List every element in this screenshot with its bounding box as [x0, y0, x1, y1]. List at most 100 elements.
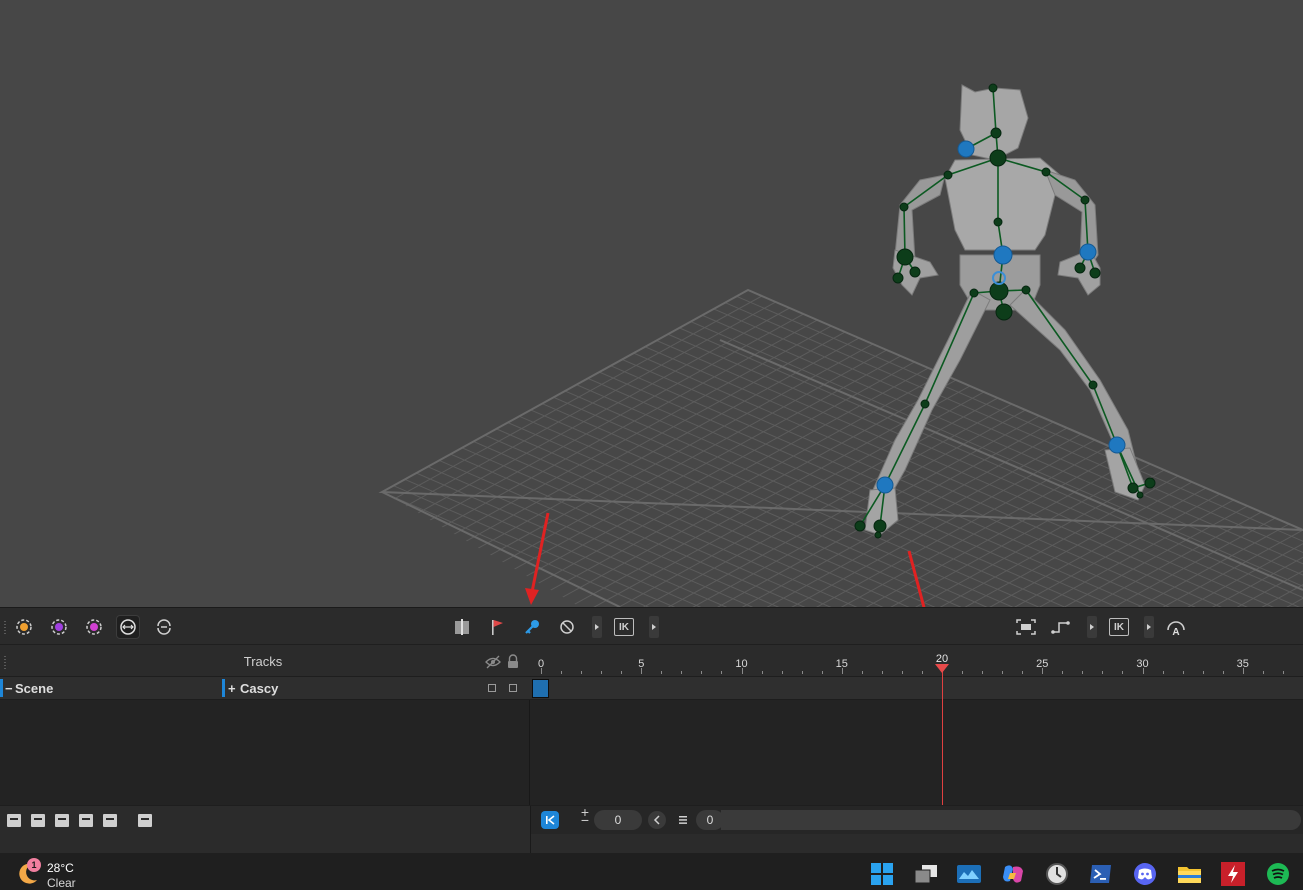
photo-app-button[interactable] — [957, 862, 981, 886]
flag-button[interactable] — [485, 615, 509, 639]
ruler-tick — [761, 671, 763, 674]
auto-key-button[interactable]: A — [1164, 615, 1188, 639]
ruler-tick — [962, 671, 964, 674]
no-key-button[interactable] — [555, 615, 579, 639]
list-count-field[interactable]: 0 — [696, 810, 724, 830]
timeline-panel[interactable]: 0 5 10 15 25 30 35 20 — [530, 645, 1303, 805]
lock-all-icon[interactable] — [506, 654, 520, 669]
ruler-label-10: 10 — [735, 658, 748, 670]
windows-taskbar: 1 28°C Clear — [0, 853, 1303, 890]
playhead-line[interactable] — [942, 667, 943, 805]
import-track-icon[interactable] — [103, 814, 117, 827]
ruler-tick — [681, 671, 683, 674]
copilot-button[interactable] — [1001, 862, 1025, 886]
scene-collapse-toggle[interactable]: − — [5, 681, 13, 696]
ruler-tick — [982, 671, 984, 674]
playhead-frame-label: 20 — [935, 653, 949, 665]
curve-options-dropdown[interactable] — [1087, 616, 1097, 638]
scale-gizmo-icon — [86, 619, 102, 635]
weather-temperature[interactable]: 28°C — [47, 861, 74, 875]
terminal-icon — [1090, 865, 1111, 883]
3d-viewport[interactable] — [0, 0, 1303, 607]
ruler-tick — [781, 671, 783, 674]
move-gizmo-button[interactable] — [12, 615, 36, 639]
clock-app-button[interactable] — [1045, 862, 1069, 886]
ruler-tick — [721, 671, 723, 674]
list-button[interactable] — [674, 811, 692, 829]
rotate-gizmo-button[interactable] — [47, 615, 71, 639]
remove-track-icon[interactable] — [55, 814, 69, 827]
add-folder-icon[interactable] — [7, 814, 21, 827]
toolbar-grip[interactable] — [3, 620, 7, 634]
frame-selection-icon — [1016, 619, 1036, 635]
playhead-handle[interactable] — [935, 664, 949, 673]
timeline-ruler[interactable]: 0 5 10 15 25 30 35 — [530, 645, 1303, 677]
terminal-button[interactable] — [1089, 862, 1113, 886]
scale-gizmo-button[interactable] — [82, 615, 106, 639]
scene-label: Scene — [15, 681, 54, 696]
flash-app-button[interactable] — [1221, 862, 1245, 886]
increment-decrement-button[interactable]: + − — [576, 805, 594, 827]
notification-badge: 1 — [27, 858, 41, 872]
previous-frame-button[interactable] — [648, 811, 666, 829]
ik-left-button[interactable]: IK — [612, 615, 636, 639]
cascy-visibility-checkbox[interactable] — [488, 684, 496, 692]
ruler-tick — [901, 671, 903, 674]
ik-left-dropdown[interactable] — [649, 616, 659, 638]
ik-right-button[interactable]: IK — [1107, 615, 1131, 639]
ruler-label-0: 0 — [537, 658, 545, 670]
windows-start-button[interactable] — [870, 862, 894, 886]
task-view-button[interactable] — [914, 862, 938, 886]
timeline-track-row[interactable] — [530, 677, 1303, 700]
ik-right-dropdown[interactable] — [1144, 616, 1154, 638]
marker-icon — [455, 619, 469, 635]
ruler-label-30: 30 — [1136, 658, 1149, 670]
frame-number-field[interactable]: 0 — [594, 810, 642, 830]
keyframe-block[interactable] — [532, 679, 549, 698]
ruler-tick — [621, 671, 623, 674]
step-curve-button[interactable] — [1049, 615, 1073, 639]
tracks-panel: Tracks − Scene + Cascy — [0, 645, 530, 805]
task-view-icon — [914, 865, 937, 884]
track-row-scene[interactable]: − Scene + Cascy — [0, 677, 530, 700]
ruler-tick — [1282, 671, 1284, 674]
go-to-start-button[interactable] — [541, 811, 559, 829]
duplicate-track-icon[interactable] — [79, 814, 93, 827]
floor-grid — [382, 290, 1303, 607]
spotify-button[interactable] — [1266, 862, 1290, 886]
symmetry-button[interactable] — [116, 615, 140, 639]
key-options-dropdown[interactable] — [592, 616, 602, 638]
hide-all-eye-icon[interactable] — [485, 655, 501, 669]
ruler-tick — [1182, 671, 1184, 674]
ruler-tick — [1002, 671, 1004, 674]
ruler-tick — [861, 671, 863, 674]
file-explorer-button[interactable] — [1177, 862, 1201, 886]
skip-to-start-icon — [546, 815, 555, 825]
discord-button[interactable] — [1133, 862, 1157, 886]
ruler-tick — [1082, 671, 1084, 674]
ruler-label-35: 35 — [1236, 658, 1249, 670]
marker-button[interactable] — [450, 615, 474, 639]
ruler-tick — [1062, 671, 1064, 674]
no-key-icon — [560, 620, 574, 634]
ruler-tick — [1262, 671, 1264, 674]
ruler-tick — [1022, 671, 1024, 674]
frame-selection-button[interactable] — [1014, 615, 1038, 639]
split-track-icon[interactable] — [138, 814, 152, 827]
tracks-title: Tracks — [243, 654, 283, 669]
symmetry-icon — [120, 619, 136, 635]
clock-app-icon — [1046, 863, 1068, 885]
ruler-tick — [661, 671, 663, 674]
set-key-button[interactable] — [520, 615, 544, 639]
cascy-accent-bar — [222, 679, 225, 697]
cascy-lock-checkbox[interactable] — [509, 684, 517, 692]
reset-pose-button[interactable] — [152, 615, 176, 639]
add-track-icon[interactable] — [31, 814, 45, 827]
animation-toolbar: IK IK A — [0, 607, 1303, 645]
cascy-expand-toggle[interactable]: + — [228, 681, 236, 696]
weather-condition[interactable]: Clear — [47, 876, 76, 890]
ruler-label-15: 15 — [835, 658, 848, 670]
ruler-tick — [881, 671, 883, 674]
cascy-track-label[interactable]: Cascy — [240, 681, 278, 696]
ruler-tick — [581, 671, 583, 674]
